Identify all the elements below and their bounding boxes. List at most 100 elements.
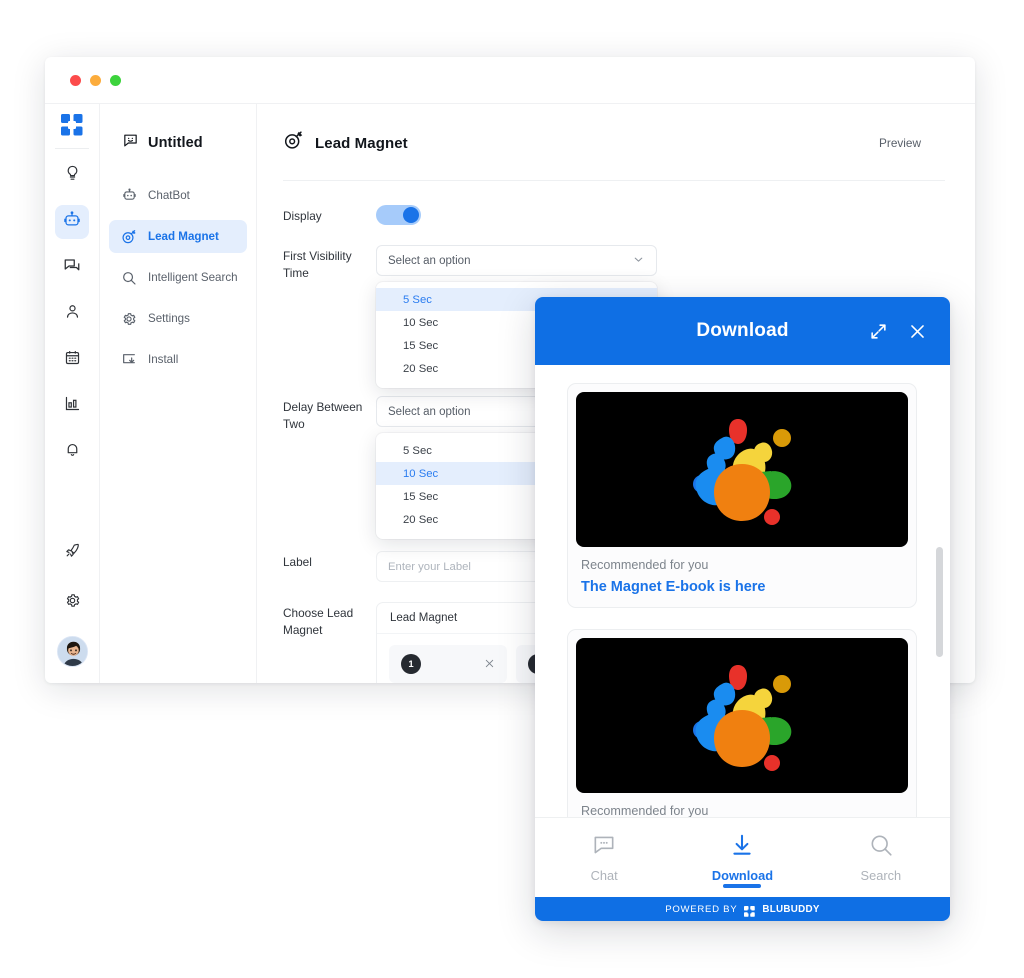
brand-name: BLUBUDDY <box>762 903 820 915</box>
nav-panel-title: Untitled <box>100 132 256 153</box>
display-label: Display <box>283 209 322 223</box>
nav-item-chatbot[interactable]: ChatBot <box>109 179 247 212</box>
robot-icon <box>63 210 81 234</box>
window-maximize-button[interactable] <box>110 74 121 86</box>
tab-label: Search <box>860 868 902 883</box>
field-row-first-visibility: First Visibility Time Select an option 5… <box>283 245 945 388</box>
label-field-label: Label <box>283 555 312 569</box>
paint-splash-logo <box>692 418 791 525</box>
page-title-group: Lead Magnet <box>283 130 408 156</box>
nav-panel: Untitled ChatBot Lead Magnet Intelligent… <box>100 104 257 683</box>
field-row-display: Display <box>283 205 945 225</box>
widget-tabbar: Chat Download Search <box>535 817 950 897</box>
rail-item-calendar[interactable] <box>55 343 89 377</box>
nav-item-install[interactable]: Install <box>109 343 247 376</box>
tab-active-underline <box>723 884 762 888</box>
label-input-placeholder: Enter your Label <box>388 560 471 573</box>
first-visibility-select[interactable]: Select an option <box>376 245 657 276</box>
close-icon[interactable] <box>484 657 495 672</box>
download-card[interactable]: Recommended for you <box>567 629 917 817</box>
chat-smiley-icon <box>122 132 139 153</box>
display-toggle[interactable] <box>376 205 421 225</box>
toggle-knob <box>403 207 419 223</box>
grid-logo-icon <box>744 904 756 917</box>
tab-search[interactable]: Search <box>812 818 950 897</box>
preview-button[interactable]: Preview <box>879 136 921 150</box>
chip-number: 1 <box>401 654 421 674</box>
bell-icon <box>64 441 81 463</box>
grid-logo-icon[interactable] <box>61 114 83 136</box>
icon-rail <box>45 104 100 683</box>
nav-panel-title-text: Untitled <box>148 134 203 151</box>
tab-label: Download <box>711 868 774 883</box>
widget-brand-bar: POWERED BY BLUBUDDY <box>535 897 950 921</box>
gear-icon <box>64 592 81 614</box>
tab-chat[interactable]: Chat <box>535 818 673 897</box>
avatar[interactable] <box>57 636 88 667</box>
rail-divider <box>55 148 89 149</box>
person-icon <box>64 303 81 325</box>
nav-item-label: Settings <box>148 312 190 325</box>
nav-item-settings[interactable]: Settings <box>109 302 247 335</box>
rail-item-analytics[interactable] <box>55 389 89 423</box>
widget-header-actions <box>869 297 927 365</box>
first-visibility-label: First Visibility Time <box>283 249 352 280</box>
download-widget: Download Recommended for you The Magnet … <box>535 297 950 921</box>
expand-arrows-icon[interactable] <box>869 322 888 341</box>
first-visibility-placeholder: Select an option <box>388 254 471 267</box>
robot-icon <box>121 188 137 204</box>
page-title: Lead Magnet <box>315 134 408 152</box>
rail-item-notifications[interactable] <box>55 435 89 469</box>
widget-title: Download <box>696 320 789 341</box>
rail-bottom-group <box>45 536 100 667</box>
lead-magnet-chip[interactable]: 1 <box>389 645 507 683</box>
powered-by-label: POWERED BY <box>665 903 738 915</box>
install-icon <box>121 352 137 368</box>
close-icon[interactable] <box>908 322 927 341</box>
rail-item-upgrade[interactable] <box>56 536 90 570</box>
main-header: Lead Magnet Preview <box>283 130 945 156</box>
lightbulb-icon <box>64 165 81 187</box>
magnet-icon <box>121 229 137 245</box>
first-visibility-control: Select an option 5 Sec 10 Sec 15 Sec 20 … <box>376 245 945 388</box>
widget-scrollbar-thumb[interactable] <box>936 547 943 657</box>
tab-label: Chat <box>590 868 618 883</box>
nav-item-label: ChatBot <box>148 189 190 202</box>
gear-icon <box>121 311 137 327</box>
download-arrow-icon <box>729 832 755 861</box>
widget-header: Download <box>535 297 950 365</box>
card-title[interactable]: The Magnet E-book is here <box>576 572 908 597</box>
widget-body[interactable]: Recommended for you The Magnet E-book is… <box>535 365 950 817</box>
window-close-button[interactable] <box>70 74 81 86</box>
calendar-icon <box>64 349 81 371</box>
nav-item-intelligent-search[interactable]: Intelligent Search <box>109 261 247 294</box>
nav-item-label: Intelligent Search <box>148 271 238 284</box>
rail-item-chatbot[interactable] <box>55 205 89 239</box>
search-icon <box>121 270 137 286</box>
window-titlebar <box>45 57 975 104</box>
paint-splash-logo <box>692 664 791 771</box>
nav-item-label: Lead Magnet <box>148 230 219 243</box>
delay-placeholder: Select an option <box>388 405 471 418</box>
screenshot-root: Untitled ChatBot Lead Magnet Intelligent… <box>0 0 1024 978</box>
magnet-icon <box>283 130 304 156</box>
card-thumbnail <box>576 638 908 793</box>
download-card[interactable]: Recommended for you The Magnet E-book is… <box>567 383 917 608</box>
display-control <box>376 205 945 225</box>
rocket-icon <box>64 542 81 564</box>
search-icon <box>868 832 894 861</box>
card-kicker: Recommended for you <box>581 804 709 817</box>
rail-item-lightbulb[interactable] <box>55 159 89 193</box>
chat-bubble-icon <box>591 832 617 861</box>
nav-list: ChatBot Lead Magnet Intelligent Search S… <box>100 179 256 376</box>
card-thumbnail <box>576 392 908 547</box>
rail-item-settings[interactable] <box>56 586 90 620</box>
chevron-down-icon <box>632 253 645 269</box>
card-kicker: Recommended for you <box>581 558 709 572</box>
tab-download[interactable]: Download <box>673 818 811 897</box>
rail-item-conversations[interactable] <box>55 251 89 285</box>
rail-item-contacts[interactable] <box>55 297 89 331</box>
window-minimize-button[interactable] <box>90 74 101 86</box>
delay-label: Delay Between Two <box>283 400 363 431</box>
nav-item-lead-magnet[interactable]: Lead Magnet <box>109 220 247 253</box>
